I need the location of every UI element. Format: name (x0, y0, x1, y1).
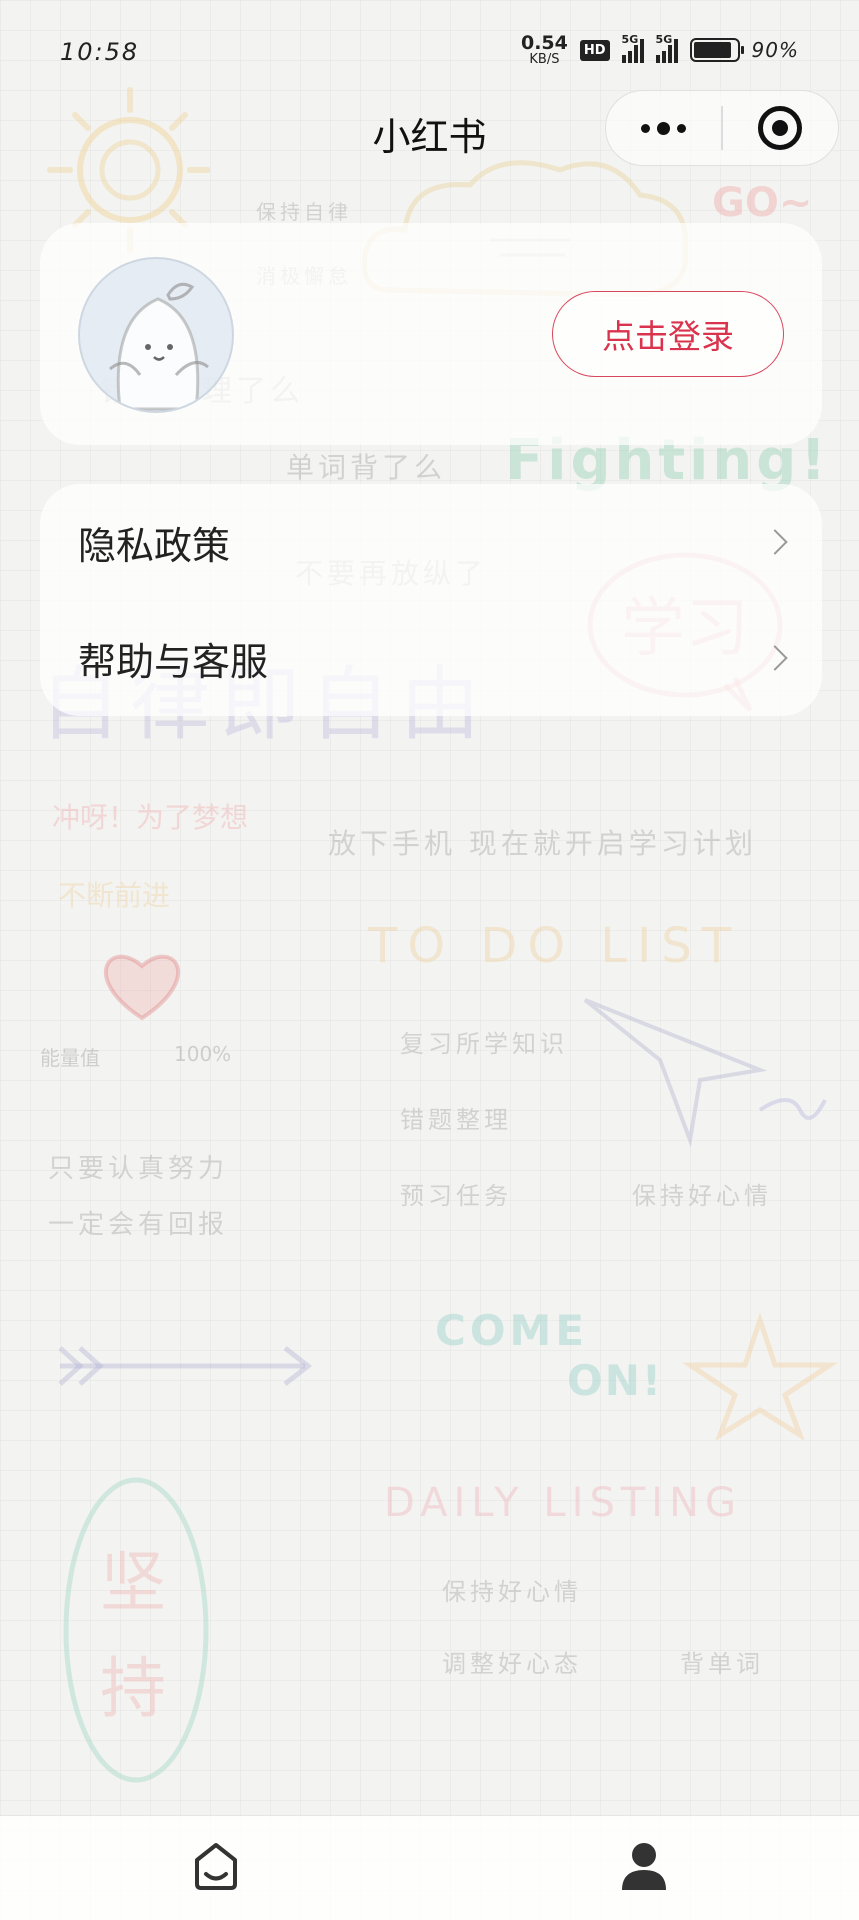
login-button[interactable]: 点击登录 (552, 291, 784, 377)
profile-card: 点击登录 (40, 223, 822, 445)
more-dots-icon (641, 121, 687, 135)
net-speed-value: 0.54 (520, 32, 568, 54)
signal-1-label: 5G (621, 33, 639, 46)
net-speed-unit: KB/S (529, 52, 560, 67)
menu-card: 隐私政策 帮助与客服 (40, 484, 822, 716)
mini-program-capsule (605, 90, 839, 166)
signal-5g-icon-2: 5G (655, 33, 678, 63)
signal-5g-icon: 5G (621, 33, 644, 63)
chevron-right-icon (762, 645, 788, 671)
menu-item-label: 帮助与客服 (78, 639, 269, 684)
avatar[interactable] (78, 257, 234, 413)
battery-fill (693, 42, 732, 58)
status-time: 10:58 (60, 38, 140, 66)
more-button[interactable] (606, 91, 721, 165)
signal-2-label: 5G (655, 33, 673, 46)
tab-bar (0, 1815, 859, 1920)
menu-item-label: 隐私政策 (78, 523, 231, 568)
nav-bar: 小红书 (0, 82, 859, 182)
battery-text: 90% (751, 38, 799, 62)
chevron-right-icon (762, 529, 788, 555)
hd-badge-icon: HD (579, 39, 610, 61)
status-icons: 0.54 KB/S HD 5G 5G 90% (520, 32, 799, 67)
home-face-icon (195, 1843, 237, 1890)
user-person-icon (622, 1843, 666, 1890)
tab-profile[interactable] (614, 1836, 674, 1896)
menu-item-privacy-policy[interactable]: 隐私政策 (40, 484, 822, 600)
cartoon-mascot-avatar-icon (109, 282, 209, 411)
tab-home[interactable] (186, 1836, 246, 1896)
net-speed: 0.54 KB/S (520, 32, 568, 67)
battery-icon (689, 38, 744, 62)
menu-item-help-support[interactable]: 帮助与客服 (40, 600, 822, 716)
target-circle-icon (758, 106, 803, 150)
close-button[interactable] (723, 91, 838, 165)
